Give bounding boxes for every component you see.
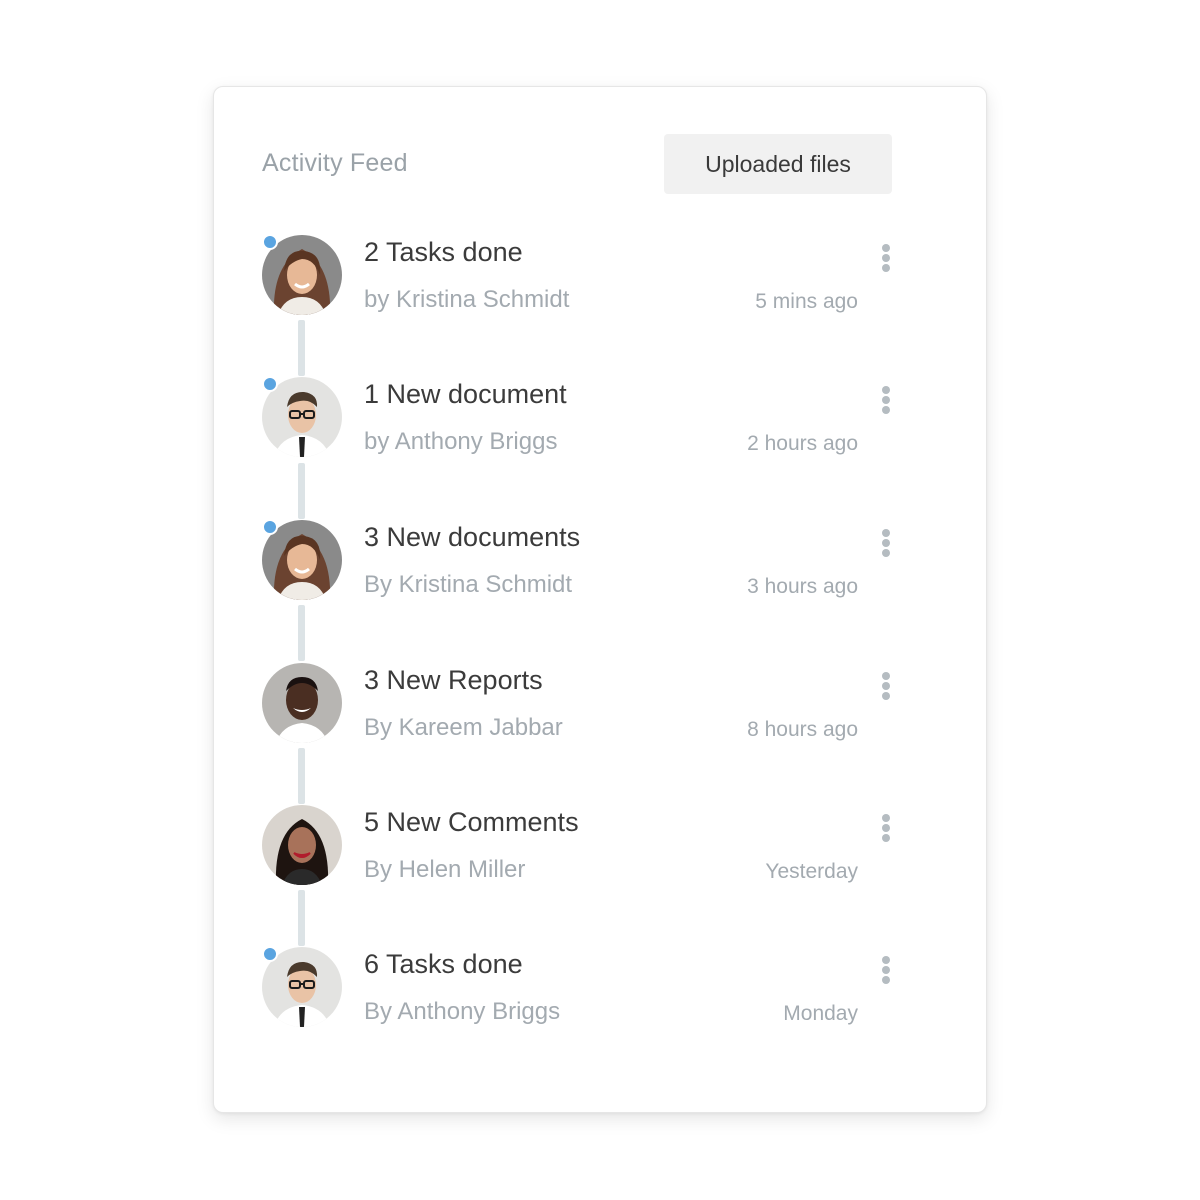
activity-feed-card: Activity Feed Uploaded files 2 Tasks don…	[213, 86, 987, 1113]
activity-author: By Anthony Briggs	[364, 998, 561, 1025]
activity-title: 2 Tasks done	[364, 237, 523, 267]
more-options-icon[interactable]	[876, 671, 896, 701]
activity-item[interactable]: 1 New document by Anthony Briggs 2 hours…	[214, 376, 988, 477]
activity-item[interactable]: 5 New Comments By Helen Miller Yesterday	[214, 805, 988, 905]
activity-time: 8 hours ago	[747, 718, 858, 741]
activity-title: 5 New Comments	[364, 807, 579, 837]
activity-author: by Kristina Schmidt	[364, 286, 570, 313]
more-options-icon[interactable]	[876, 813, 896, 843]
activity-title: 3 New Reports	[364, 665, 543, 695]
activity-item[interactable]: 3 New documents By Kristina Schmidt 3 ho…	[214, 519, 988, 620]
activity-author: By Kristina Schmidt	[364, 571, 573, 598]
online-status-dot	[262, 519, 278, 535]
online-status-dot	[262, 376, 278, 392]
activity-time: Yesterday	[765, 860, 858, 883]
online-status-dot	[262, 946, 278, 962]
activity-time: 2 hours ago	[747, 432, 858, 455]
activity-title: 6 Tasks done	[364, 949, 523, 979]
online-status-dot	[262, 234, 278, 250]
uploaded-files-button[interactable]: Uploaded files	[664, 134, 892, 194]
activity-author: by Anthony Briggs	[364, 428, 558, 455]
avatar[interactable]	[262, 805, 342, 885]
activity-author: By Kareem Jabbar	[364, 714, 563, 741]
more-options-icon[interactable]	[876, 528, 896, 558]
activity-time: 5 mins ago	[755, 290, 858, 313]
more-options-icon[interactable]	[876, 243, 896, 273]
activity-time: 3 hours ago	[747, 575, 858, 598]
activity-item[interactable]: 6 Tasks done By Anthony Briggs Monday	[214, 946, 988, 1047]
activity-title: 3 New documents	[364, 522, 581, 552]
feed-title: Activity Feed	[262, 149, 408, 177]
activity-title: 1 New document	[364, 379, 567, 409]
more-options-icon[interactable]	[876, 385, 896, 415]
activity-item[interactable]: 3 New Reports By Kareem Jabbar 8 hours a…	[214, 663, 988, 763]
activity-time: Monday	[783, 1002, 858, 1025]
more-options-icon[interactable]	[876, 955, 896, 985]
activity-author: By Helen Miller	[364, 856, 526, 883]
avatar[interactable]	[262, 663, 342, 743]
activity-item[interactable]: 2 Tasks done by Kristina Schmidt 5 mins …	[214, 234, 988, 335]
